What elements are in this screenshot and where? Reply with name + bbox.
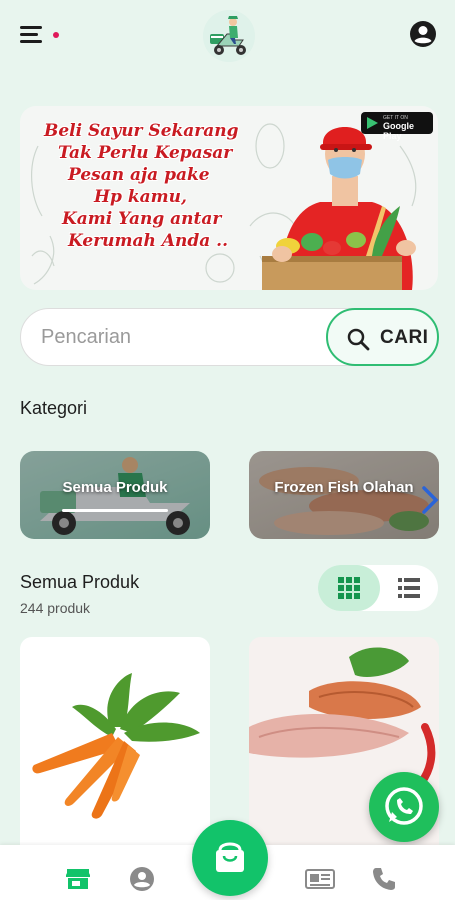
category-card-frozen-fish[interactable]: Frozen Fish Olahan xyxy=(249,451,439,539)
banner-line: Tak Perlu Kepasar xyxy=(58,143,233,163)
banner-line: Kerumah Anda .. xyxy=(68,231,229,251)
category-label: Semua Produk xyxy=(62,479,168,496)
google-play-icon xyxy=(367,117,378,129)
whatsapp-icon xyxy=(385,787,423,825)
search-button-label: CARI xyxy=(380,327,429,348)
grid-view-button[interactable] xyxy=(318,565,380,611)
carrot-image xyxy=(32,673,200,819)
search-bar: CARI xyxy=(20,308,439,366)
notification-dot xyxy=(53,32,59,38)
products-section-title: Semua Produk xyxy=(20,572,140,592)
shopping-bag-icon xyxy=(216,842,244,872)
list-view-button[interactable] xyxy=(384,565,438,611)
product-count: 244 produk xyxy=(20,600,91,616)
delivery-scooter-logo xyxy=(203,10,255,62)
banner-line: Hp kamu, xyxy=(94,187,187,207)
account-icon[interactable] xyxy=(128,865,156,893)
category-label: Frozen Fish Olahan xyxy=(274,479,414,496)
account-circle-icon[interactable] xyxy=(408,19,438,49)
view-mode-toggle xyxy=(318,565,438,611)
chevron-right-icon[interactable] xyxy=(420,485,440,515)
store-icon[interactable] xyxy=(64,865,92,893)
search-icon xyxy=(347,328,370,351)
product-card[interactable] xyxy=(20,637,210,857)
search-button[interactable]: CARI xyxy=(326,308,439,366)
list-icon xyxy=(398,578,420,598)
search-input[interactable] xyxy=(41,317,321,357)
banner-text: Beli Sayur Sekarang Tak Perlu Kepasar Pe… xyxy=(44,120,274,252)
category-card-semua-produk[interactable]: Semua Produk xyxy=(20,451,210,539)
google-play-text: Google Play xyxy=(383,121,414,141)
news-icon[interactable] xyxy=(305,865,335,893)
top-app-bar xyxy=(0,0,455,70)
cart-button[interactable] xyxy=(192,820,268,896)
phone-icon[interactable] xyxy=(370,865,398,893)
category-section-title: Kategori xyxy=(20,398,88,418)
banner-line: Beli Sayur Sekarang xyxy=(44,121,239,141)
promo-banner[interactable]: Beli Sayur Sekarang Tak Perlu Kepasar Pe… xyxy=(20,106,438,290)
banner-line: Kami Yang antar xyxy=(62,209,222,229)
google-play-badge[interactable]: GET IT ON Google Play xyxy=(361,112,433,141)
banner-line: Pesan aja pake xyxy=(68,165,210,185)
grid-icon xyxy=(338,577,360,599)
whatsapp-button[interactable] xyxy=(369,772,439,842)
selected-indicator xyxy=(62,509,168,512)
hamburger-menu-icon[interactable] xyxy=(20,24,59,46)
